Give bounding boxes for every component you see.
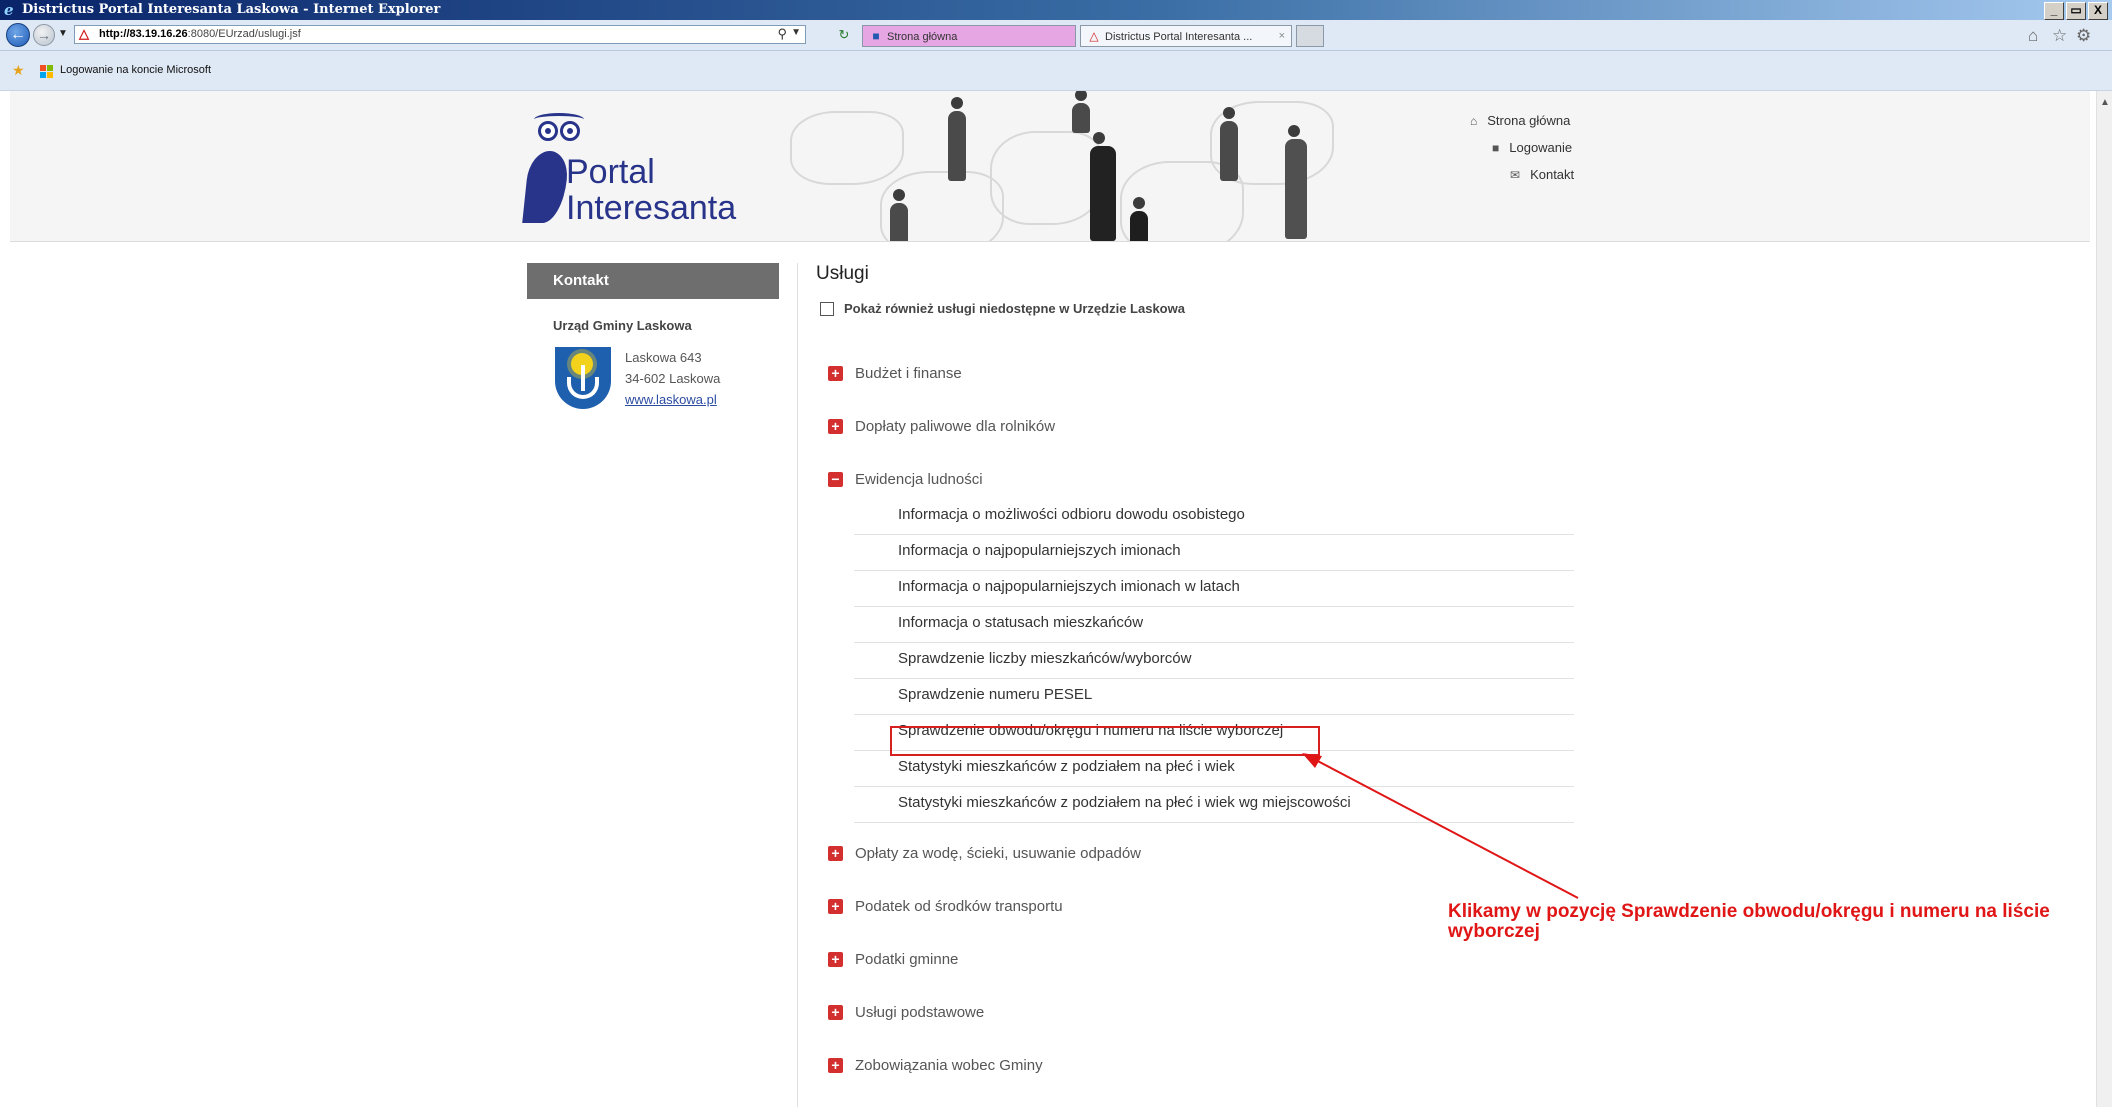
website-link[interactable]: www.laskowa.pl [625,392,717,407]
expand-plus-icon[interactable]: + [828,1058,843,1073]
service-link[interactable]: Informacja o statusach mieszkańców [898,614,1143,631]
site-header: Portal Interesanta ⌂ Strona główna ■ Logow… [10,91,2090,242]
refresh-button[interactable]: ↻ [833,25,855,44]
forward-button[interactable]: → [33,24,55,46]
category-label[interactable]: Zobowiązania wobec Gminy [855,1057,1043,1074]
favorites-add-icon[interactable]: ★ [12,62,25,79]
highlight-box [890,726,1320,756]
list-item[interactable]: Informacja o najpopularniejszych imionac… [854,535,1574,571]
service-link[interactable]: Sprawdzenie liczby mieszkańców/wyborców [898,650,1191,667]
collapse-minus-icon[interactable]: − [828,472,843,487]
category-label[interactable]: Ewidencja ludności [855,471,983,488]
microsoft-logo-icon [40,65,54,79]
portal-logo[interactable]: Portal Interesanta [522,113,786,229]
category-label[interactable]: Podatek od środków transportu [855,898,1063,915]
service-link[interactable]: Statystyki mieszkańców z podziałem na pł… [898,794,1351,811]
service-link[interactable]: Statystyki mieszkańców z podziałem na pł… [898,758,1235,775]
contact-sidebar: Kontakt Urząd Gminy Laskowa Laskowa 643 … [527,263,779,409]
vertical-scrollbar[interactable]: ▲ [2096,91,2112,1107]
page-title: Usługi [816,263,869,284]
municipal-crest-icon [555,347,611,409]
show-unavailable-label[interactable]: Pokaż również usługi niedostępne w Urzęd… [844,301,1185,316]
restore-button[interactable]: ▭ [2066,2,2086,20]
address-street: Laskowa 643 [625,350,702,365]
annotation-text: Klikamy w pozycję Sprawdzenie obwodu/okr… [1448,901,2050,942]
expand-plus-icon[interactable]: + [828,952,843,967]
logo-text-interesanta: Interesanta [566,189,737,227]
address-bar[interactable]: △ http://83.19.16.26:8080/EUrzad/uslugi.… [74,25,806,44]
scroll-up-icon[interactable]: ▲ [2100,97,2110,108]
favorite-link-microsoft[interactable]: Logowanie na koncie Microsoft [60,64,211,76]
site-favicon-icon: △ [79,26,89,41]
logo-drop-shape [522,151,570,223]
category-label[interactable]: Dopłaty paliwowe dla rolników [855,418,1055,435]
show-unavailable-checkbox[interactable] [820,302,834,316]
window-titlebar: e Districtus Portal Interesanta Laskowa … [0,0,2112,20]
address-search-icon[interactable]: ⚲ [777,26,787,42]
tab-strona-glowna[interactable]: ■ Strona główna [862,25,1076,47]
list-item[interactable]: Statystyki mieszkańców z podziałem na pł… [854,751,1574,787]
address-dropdown-icon[interactable]: ▼ [791,27,801,38]
list-item[interactable]: Informacja o statusach mieszkańców [854,607,1574,643]
expand-plus-icon[interactable]: + [828,366,843,381]
tab-districtus-portal[interactable]: △ Districtus Portal Interesanta ... × [1080,25,1292,47]
envelope-icon: ✉ [1510,168,1521,182]
category-label[interactable]: Usługi podstawowe [855,1004,984,1021]
tab-label: Strona główna [887,31,958,43]
close-window-button[interactable]: X [2088,2,2108,20]
favorites-star-icon[interactable]: ☆ [2052,26,2067,46]
list-item[interactable]: Informacja o możliwości odbioru dowodu o… [854,499,1574,535]
browser-navbar: ← → ▼ △ http://83.19.16.26:8080/EUrzad/u… [0,20,2112,51]
header-banner-image [790,91,1350,241]
sidebar-address: Laskowa 643 34-602 Laskowa www.laskowa.p… [625,347,720,410]
address-postal: 34-602 Laskowa [625,371,721,386]
expand-plus-icon[interactable]: + [828,1005,843,1020]
ie-logo-icon: e [4,1,14,19]
category-label[interactable]: Podatki gminne [855,951,958,968]
service-link[interactable]: Informacja o najpopularniejszych imionac… [898,542,1181,559]
pdf-favicon-icon: △ [1089,29,1099,43]
nav-login-link[interactable]: ■ Logowanie [1492,140,1572,155]
tools-gear-icon[interactable]: ⚙ [2076,26,2091,46]
minimize-button[interactable]: _ [2044,2,2064,20]
owl-logo-icon [534,113,584,151]
list-item[interactable]: Sprawdzenie numeru PESEL [854,679,1574,715]
history-dropdown-icon[interactable]: ▼ [58,28,68,39]
nav-home-link[interactable]: ⌂ Strona główna [1470,113,1570,128]
tab-label: Districtus Portal Interesanta ... [1105,31,1253,43]
column-divider [797,263,798,1107]
window-controls: _ ▭ X [2044,2,2108,20]
window-title: Districtus Portal Interesanta Laskowa - … [22,2,441,17]
category-label[interactable]: Budżet i finanse [855,365,962,382]
expand-plus-icon[interactable]: + [828,899,843,914]
sidebar-org-name: Urząd Gminy Laskowa [553,318,692,333]
lock-icon: ■ [1492,141,1500,155]
nav-contact-link[interactable]: ✉ Kontakt [1510,167,1574,182]
list-item[interactable]: Informacja o najpopularniejszych imionac… [854,571,1574,607]
address-url[interactable]: http://83.19.16.26:8080/EUrzad/uslugi.js… [99,28,301,40]
list-item[interactable]: Statystyki mieszkańców z podziałem na pł… [854,787,1574,823]
home-icon: ⌂ [1470,114,1478,128]
logo-text-portal: Portal [566,153,655,191]
category-label[interactable]: Opłaty za wodę, ścieki, usuwanie odpadów [855,845,1141,862]
back-button[interactable]: ← [6,23,30,47]
web-page: Portal Interesanta ⌂ Strona główna ■ Logow… [0,91,2096,1107]
list-item[interactable]: Sprawdzenie liczby mieszkańców/wyborców [854,643,1574,679]
service-link[interactable]: Informacja o możliwości odbioru dowodu o… [898,506,1245,523]
service-link[interactable]: Sprawdzenie numeru PESEL [898,686,1092,703]
favorites-bar: ★ Logowanie na koncie Microsoft [0,51,2112,91]
new-tab-button[interactable] [1296,25,1324,47]
sidebar-title: Kontakt [527,263,779,299]
service-link[interactable]: Informacja o najpopularniejszych imionac… [898,578,1240,595]
home-browser-icon[interactable]: ⌂ [2028,26,2038,46]
tab-close-icon[interactable]: × [1279,26,1285,46]
shield-favicon-icon: ■ [872,29,880,43]
expand-plus-icon[interactable]: + [828,419,843,434]
expand-plus-icon[interactable]: + [828,846,843,861]
